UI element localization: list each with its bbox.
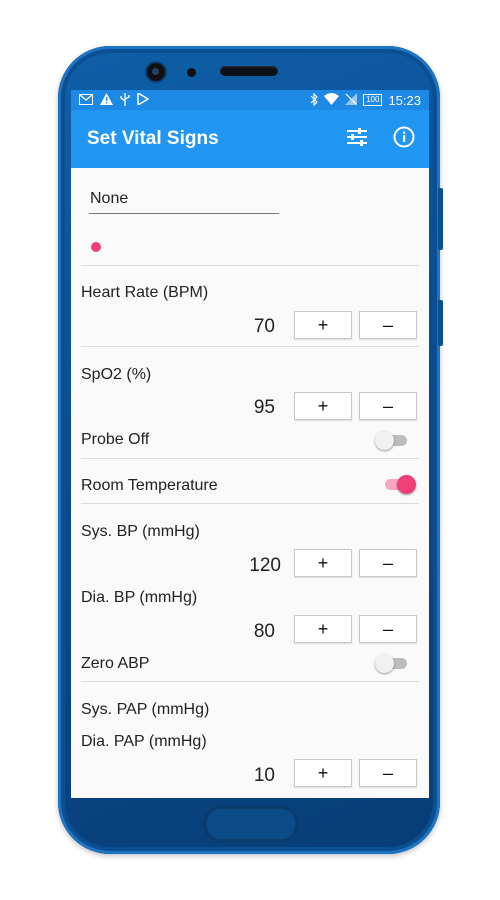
power-button xyxy=(438,300,443,346)
play-store-icon xyxy=(137,91,150,107)
page-title: Set Vital Signs xyxy=(87,128,219,149)
dia-pap-value: 10 xyxy=(253,765,275,786)
spo2-row: SpO2 (%) 95 + – Probe Off xyxy=(81,347,419,459)
status-bar: 100 15:23 xyxy=(71,90,429,110)
home-button[interactable] xyxy=(204,806,298,842)
sys-bp-label: Sys. BP (mmHg) xyxy=(81,523,200,540)
dia-pap-label: Dia. PAP (mmHg) xyxy=(81,733,207,750)
heart-rate-row: Heart Rate (BPM) 70 + – xyxy=(81,266,419,347)
room-temperature-row: Room Temperature xyxy=(81,459,419,504)
heart-rate-minus-button[interactable]: – xyxy=(359,311,417,339)
sys-bp-value: 120 xyxy=(249,555,281,576)
vitals-list: None Heart Rate (BPM) 70 + – SpO2 (%) 95… xyxy=(71,168,429,798)
heart-rate-label: Heart Rate (BPM) xyxy=(81,284,209,301)
sys-bp-minus-button[interactable]: – xyxy=(359,549,417,577)
indicator-dot xyxy=(91,242,101,252)
dia-pap-plus-button[interactable]: + xyxy=(294,759,352,787)
dia-bp-minus-button[interactable]: – xyxy=(359,615,417,643)
spo2-minus-button[interactable]: – xyxy=(359,392,417,420)
dia-bp-label: Dia. BP (mmHg) xyxy=(81,589,198,606)
zero-abp-toggle[interactable] xyxy=(375,654,409,673)
no-sim-icon xyxy=(345,93,358,107)
wifi-icon xyxy=(324,93,340,107)
bluetooth-icon xyxy=(310,92,318,108)
sys-pap-label: Sys. PAP (mmHg) xyxy=(81,701,210,718)
room-temperature-toggle[interactable] xyxy=(381,475,416,494)
sys-bp-plus-button[interactable]: + xyxy=(294,549,352,577)
scenario-dropdown[interactable]: None xyxy=(90,190,128,208)
proximity-sensor xyxy=(187,68,196,77)
tune-icon[interactable] xyxy=(347,127,367,151)
spo2-value: 95 xyxy=(253,397,275,418)
blood-pressure-row: Sys. BP (mmHg) 120 + – Dia. BP (mmHg) 80… xyxy=(81,504,419,682)
pap-row: Sys. PAP (mmHg) Dia. PAP (mmHg) 10 + – xyxy=(81,682,419,798)
probe-off-toggle[interactable] xyxy=(375,431,409,450)
heart-rate-plus-button[interactable]: + xyxy=(294,311,352,339)
usb-icon xyxy=(120,92,130,108)
spo2-plus-button[interactable]: + xyxy=(294,392,352,420)
volume-button xyxy=(438,188,443,250)
battery-indicator: 100 xyxy=(363,94,383,106)
zero-abp-label: Zero ABP xyxy=(81,655,150,672)
dia-bp-value: 80 xyxy=(253,621,275,642)
room-temperature-label: Room Temperature xyxy=(81,477,218,494)
spo2-label: SpO2 (%) xyxy=(81,366,152,383)
front-camera xyxy=(147,63,165,81)
info-icon[interactable] xyxy=(393,126,415,153)
app-bar: Set Vital Signs xyxy=(71,110,429,168)
gmail-icon xyxy=(79,93,93,107)
screen: 100 15:23 Set Vital Signs None Heart Rat… xyxy=(71,90,429,798)
dia-bp-plus-button[interactable]: + xyxy=(294,615,352,643)
selector-row: None xyxy=(81,168,419,266)
dropdown-underline xyxy=(89,213,279,214)
clock: 15:23 xyxy=(388,92,421,108)
dia-pap-minus-button[interactable]: – xyxy=(359,759,417,787)
warning-icon xyxy=(100,93,113,107)
heart-rate-value: 70 xyxy=(253,316,275,337)
probe-off-label: Probe Off xyxy=(81,431,150,448)
earpiece-speaker xyxy=(220,66,278,76)
